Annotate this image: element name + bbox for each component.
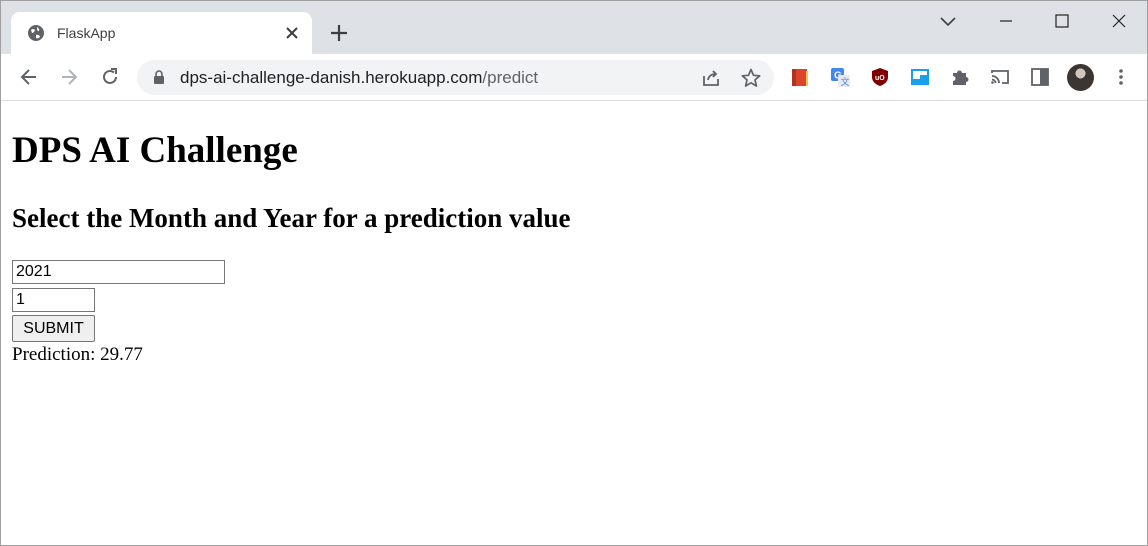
- svg-text:文: 文: [841, 76, 850, 87]
- reload-icon[interactable]: [99, 66, 121, 88]
- ublock-origin-icon[interactable]: uO: [869, 66, 891, 88]
- submit-button[interactable]: SUBMIT: [12, 315, 95, 342]
- tab-title: FlaskApp: [57, 25, 116, 41]
- google-translate-icon[interactable]: G 文: [829, 66, 851, 88]
- page-title: DPS AI Challenge: [12, 130, 298, 171]
- book-extension-icon[interactable]: [789, 66, 811, 88]
- url-host: dps-ai-challenge-danish.herokuapp.com: [180, 68, 483, 87]
- profile-avatar[interactable]: [1067, 64, 1094, 91]
- cast-icon[interactable]: [989, 66, 1011, 88]
- tab-flaskapp[interactable]: FlaskApp: [11, 12, 312, 54]
- menu-kebab-icon[interactable]: [1110, 66, 1132, 88]
- page-content: DPS AI Challenge Select the Month and Ye…: [1, 101, 1147, 545]
- prediction-result: Prediction: 29.77: [12, 344, 143, 365]
- bookmark-star-icon[interactable]: [740, 67, 762, 89]
- page-subtitle: Select the Month and Year for a predicti…: [12, 203, 571, 233]
- url-path: /predict: [482, 68, 539, 87]
- new-tab-icon[interactable]: [328, 22, 350, 44]
- close-window-icon[interactable]: [1108, 10, 1130, 32]
- browser-window: FlaskApp dps-ai-challenge-danish.herokua…: [0, 0, 1148, 546]
- close-tab-icon[interactable]: [283, 24, 301, 42]
- lock-icon[interactable]: [152, 70, 166, 85]
- month-input[interactable]: [12, 288, 95, 312]
- side-panel-icon[interactable]: [1029, 66, 1051, 88]
- puzzle-piece-icon[interactable]: [949, 66, 971, 88]
- maximize-icon[interactable]: [1051, 10, 1073, 32]
- tab-search-chevron-down-icon[interactable]: [937, 10, 959, 32]
- back-arrow-icon[interactable]: [18, 66, 40, 88]
- share-icon[interactable]: [700, 67, 722, 89]
- svg-text:uO: uO: [875, 75, 885, 82]
- tab-strip: FlaskApp: [1, 1, 1147, 54]
- tab-manager-icon[interactable]: [909, 66, 931, 88]
- address-bar[interactable]: dps-ai-challenge-danish.herokuapp.com/pr…: [137, 60, 774, 95]
- browser-toolbar: dps-ai-challenge-danish.herokuapp.com/pr…: [1, 54, 1147, 101]
- forward-arrow-icon[interactable]: [58, 66, 80, 88]
- minimize-icon[interactable]: [995, 10, 1017, 32]
- globe-icon: [28, 25, 44, 41]
- year-input[interactable]: [12, 260, 225, 284]
- url-text[interactable]: dps-ai-challenge-danish.herokuapp.com/pr…: [180, 68, 538, 88]
